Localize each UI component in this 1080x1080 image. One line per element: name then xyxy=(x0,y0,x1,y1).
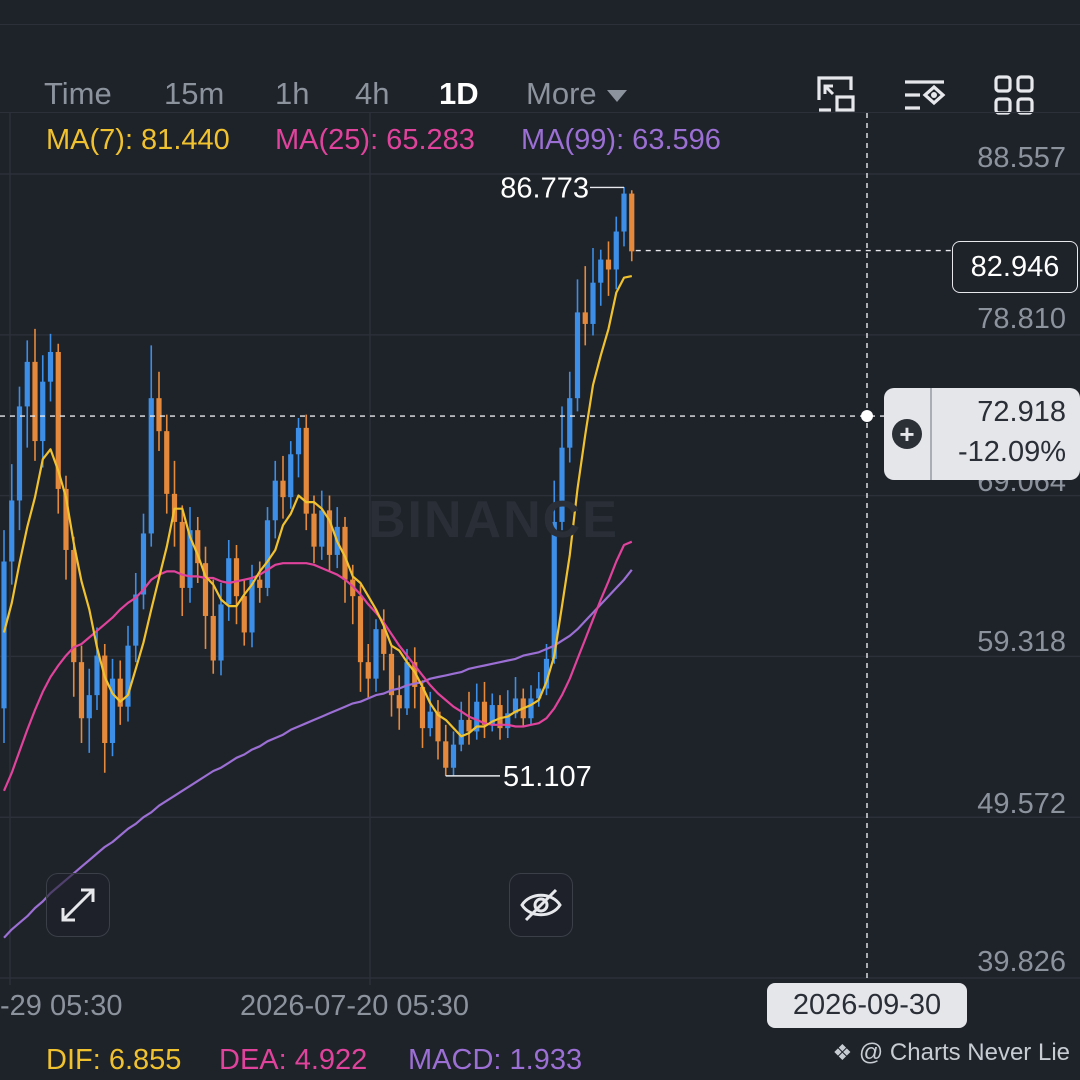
ma7-legend: MA(7): 81.440 xyxy=(46,124,230,156)
candle xyxy=(32,361,38,442)
candle xyxy=(311,513,317,547)
candle xyxy=(396,695,402,709)
candle xyxy=(574,312,581,399)
top-divider xyxy=(0,24,1080,25)
candle xyxy=(613,231,619,270)
candle xyxy=(598,259,604,283)
eye-off-icon xyxy=(520,888,562,922)
tab-1d[interactable]: 1D xyxy=(439,76,479,112)
candle xyxy=(466,719,472,732)
expand-arrows-icon xyxy=(61,888,95,922)
tab-15m[interactable]: 15m xyxy=(164,76,224,112)
moving-averages-layer xyxy=(2,275,633,939)
hide-indicators-button[interactable] xyxy=(509,873,573,937)
candle xyxy=(1,561,7,709)
candle xyxy=(71,549,77,663)
candle xyxy=(24,361,30,407)
candle xyxy=(9,500,15,562)
candle xyxy=(567,398,573,448)
candle xyxy=(94,655,100,696)
candle xyxy=(264,520,271,588)
candle xyxy=(319,510,325,547)
candle xyxy=(621,193,627,232)
x-tick-label: 2026-07-20 05:30 xyxy=(240,990,469,1022)
interval-toolbar: Time 15m 1h 4h 1D More xyxy=(0,26,1080,115)
tab-1h[interactable]: 1h xyxy=(275,76,309,112)
candle xyxy=(582,312,588,324)
candle xyxy=(280,480,286,498)
crosshair-price-tag[interactable]: + 72.918 -12.09% xyxy=(884,388,1080,480)
ma25-legend: MA(25): 65.283 xyxy=(275,124,475,156)
fullscreen-button[interactable] xyxy=(46,873,110,937)
candle xyxy=(47,351,54,382)
exchange-watermark: BINANCE xyxy=(368,491,619,549)
candle xyxy=(40,381,46,442)
diamond-logo-icon: ❖ xyxy=(832,1040,853,1065)
macd-dea-label: DEA: 4.922 xyxy=(219,1044,368,1076)
ma99-legend: MA(99): 63.596 xyxy=(521,124,721,156)
candle xyxy=(295,427,302,455)
candle xyxy=(365,662,371,679)
candle xyxy=(156,398,162,432)
candle xyxy=(148,398,154,534)
candle xyxy=(233,558,240,597)
candle xyxy=(164,431,170,494)
candle xyxy=(528,698,534,719)
candle xyxy=(226,558,232,605)
add-order-icon[interactable]: + xyxy=(892,419,922,449)
y-tick-label: 88.557 xyxy=(977,142,1066,174)
crosshair-time-tag: 2026-09-30 xyxy=(767,983,967,1028)
candle xyxy=(458,719,464,745)
candle xyxy=(257,579,263,588)
candle xyxy=(443,741,449,768)
candle xyxy=(450,744,457,768)
candle xyxy=(605,259,612,270)
y-tick-label: 49.572 xyxy=(977,788,1066,820)
tab-4h[interactable]: 4h xyxy=(355,76,389,112)
candle xyxy=(78,662,85,719)
candle xyxy=(179,521,185,588)
candle xyxy=(133,594,139,646)
candle xyxy=(629,193,635,252)
credit-text: @ Charts Never Lie xyxy=(858,1039,1070,1066)
chevron-down-icon xyxy=(606,89,627,102)
candle xyxy=(357,596,364,663)
y-tick-label: 78.810 xyxy=(977,303,1066,335)
low-value-label: 51.107 xyxy=(503,761,592,793)
macd-value-label: MACD: 1.933 xyxy=(408,1044,583,1076)
y-tick-label: 59.318 xyxy=(977,626,1066,658)
crosshair-tag-divider xyxy=(930,388,932,480)
candle xyxy=(140,533,147,595)
y-tick-label: 39.826 xyxy=(977,946,1066,978)
candle xyxy=(16,406,23,501)
crosshair-change: -12.09% xyxy=(957,436,1066,468)
macd-dif-label: DIF: 6.855 xyxy=(46,1044,182,1076)
tab-more[interactable]: More xyxy=(526,76,627,112)
tab-more-label: More xyxy=(526,76,597,111)
candle xyxy=(218,604,224,661)
x-tick-label: -29 05:30 xyxy=(0,990,123,1022)
candle xyxy=(210,615,216,661)
candle xyxy=(86,695,92,719)
candle xyxy=(373,629,379,679)
credit-label: ❖ @ Charts Never Lie xyxy=(832,1039,1070,1067)
high-value-label: 86.773 xyxy=(500,172,589,204)
candle xyxy=(288,454,294,498)
crosshair-point xyxy=(861,410,873,423)
crosshair-price: 72.918 xyxy=(977,396,1066,428)
tab-time[interactable]: Time xyxy=(44,76,112,112)
candle xyxy=(241,596,247,633)
candle xyxy=(590,282,596,324)
candles-layer xyxy=(1,186,635,776)
candle xyxy=(427,711,433,729)
candle xyxy=(272,480,278,521)
last-price-tag: 82.946 xyxy=(952,241,1078,293)
